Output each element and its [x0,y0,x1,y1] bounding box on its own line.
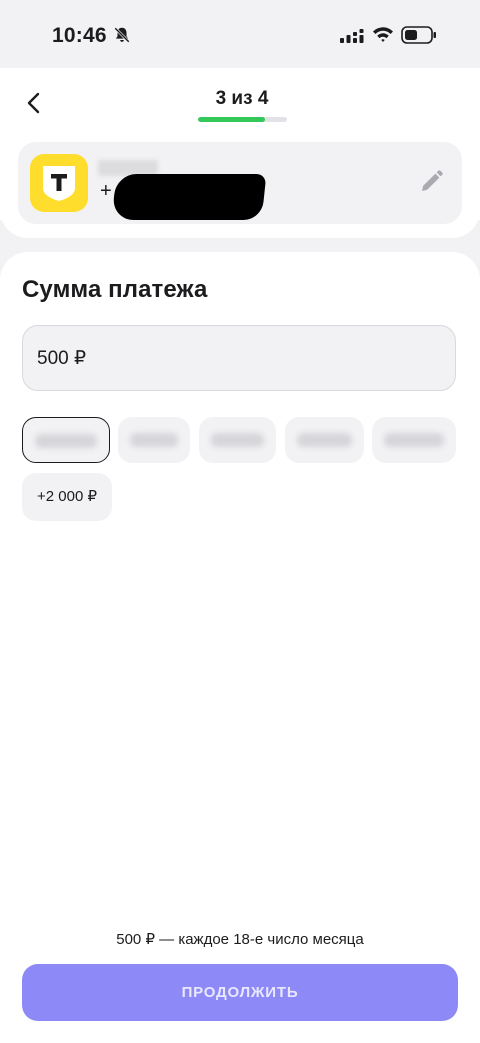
signal-icon [340,29,364,43]
step-progress-bar [198,117,287,122]
quick-amount-chip-1[interactable] [22,417,110,463]
status-time: 10:46 [52,24,107,47]
quick-amount-chip-3[interactable] [199,417,276,463]
back-button[interactable] [20,88,50,118]
status-bar: 10:46 [0,0,480,68]
continue-button[interactable]: ПРОДОЛЖИТЬ [22,964,458,1021]
step-indicator: 3 из 4 [215,88,269,109]
quick-amount-chip-5[interactable] [372,417,456,463]
pencil-icon[interactable] [418,169,444,195]
step-progress-fill [198,117,265,122]
battery-icon [401,26,436,44]
chip-label [130,433,178,447]
chip-label [211,433,264,447]
schedule-note: 500 ₽ — каждое 18-е число месяца [116,931,364,948]
quick-amount-chip-2[interactable] [118,417,190,463]
payment-amount-section: Сумма платежа +2 000 ₽ 500 ₽ — каждое 18… [0,252,480,1043]
amount-input[interactable] [22,325,456,391]
wifi-icon [373,27,393,42]
recipient-phone: + [100,180,112,202]
tbank-logo-icon [30,154,88,212]
quick-amount-chip-6[interactable]: +2 000 ₽ [22,473,112,521]
redacted-phone-mask [111,174,267,220]
chip-label [35,434,97,448]
section-title: Сумма платежа [22,276,208,303]
chip-label [297,433,352,447]
recipient-card[interactable]: + [18,142,462,224]
quick-amount-chip-4[interactable] [285,417,364,463]
chip-label [384,433,444,447]
bell-slash-icon [114,27,130,43]
